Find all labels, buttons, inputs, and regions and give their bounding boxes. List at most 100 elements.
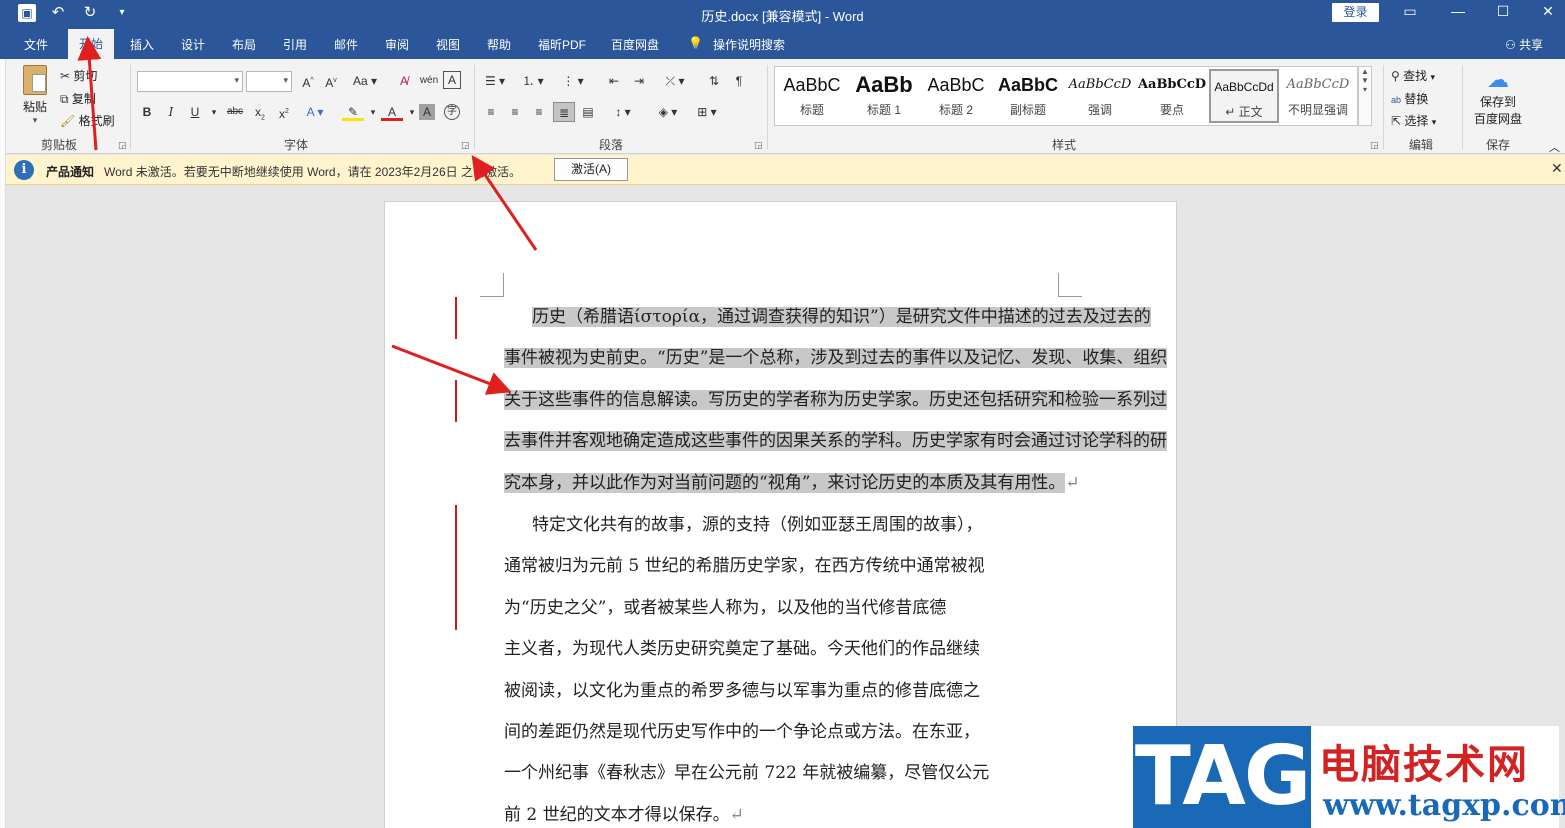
clear-formatting-icon[interactable]: A̸ bbox=[393, 71, 415, 91]
tab-view[interactable]: 视图 bbox=[436, 36, 460, 53]
enclose-characters-icon[interactable]: 字 bbox=[444, 104, 460, 120]
superscript-icon[interactable]: x2 bbox=[273, 102, 295, 122]
character-border-icon[interactable]: A bbox=[443, 71, 461, 89]
tab-foxit-pdf[interactable]: 福昕PDF bbox=[538, 36, 586, 53]
character-shading-icon[interactable]: A bbox=[419, 104, 435, 120]
save-to-baidu-button[interactable]: ☁ 保存到 百度网盘 bbox=[1468, 67, 1528, 127]
grow-font-icon[interactable]: A^ bbox=[297, 71, 319, 91]
cut-label: 剪切 bbox=[73, 69, 98, 83]
save-to-baidu-label-2: 百度网盘 bbox=[1473, 112, 1522, 126]
style-emphasis[interactable]: AaBbCcD 强调 bbox=[1065, 69, 1135, 123]
font-color-icon[interactable]: A bbox=[381, 102, 403, 121]
style-title[interactable]: AaBbC 标题 bbox=[777, 69, 847, 123]
close-icon[interactable]: ✕ bbox=[1538, 3, 1558, 20]
minimize-icon[interactable]: — bbox=[1448, 3, 1468, 19]
shading-icon[interactable]: ◈ ▾ bbox=[653, 102, 683, 122]
styles-gallery-scroll[interactable]: ▲ ▼ ▾ bbox=[1358, 66, 1372, 126]
tell-me-search[interactable]: 操作说明搜索 bbox=[713, 36, 785, 53]
font-name-combo[interactable]: ▾ bbox=[137, 71, 243, 92]
borders-icon[interactable]: ⊞ ▾ bbox=[692, 102, 722, 122]
chinese-layout-icon[interactable]: ⤫ ▾ bbox=[660, 71, 690, 91]
shrink-font-icon[interactable]: Av bbox=[320, 71, 342, 91]
multilevel-list-icon[interactable]: ⋮ ▾ bbox=[558, 71, 588, 91]
tab-insert[interactable]: 插入 bbox=[130, 36, 154, 53]
paragraph-group-label: 段落 bbox=[598, 138, 623, 152]
strikethrough-icon[interactable]: abc bbox=[224, 102, 246, 122]
line-spacing-icon[interactable]: ↕ ▾ bbox=[608, 102, 638, 122]
tab-mailings[interactable]: 邮件 bbox=[334, 36, 358, 53]
group-separator bbox=[1383, 65, 1384, 149]
distributed-icon[interactable]: ▤ bbox=[577, 102, 599, 122]
format-painter-label: 格式刷 bbox=[78, 114, 115, 128]
maximize-icon[interactable]: ☐ bbox=[1493, 3, 1513, 20]
share-button[interactable]: ⚇ 共享 bbox=[1505, 36, 1543, 53]
style-strong[interactable]: AaBbCcD 要点 bbox=[1137, 69, 1207, 123]
change-case-icon[interactable]: Aa ▾ bbox=[349, 71, 381, 91]
phonetic-guide-icon[interactable]: wén bbox=[418, 71, 440, 91]
copy-label: 复制 bbox=[71, 92, 96, 106]
font-launcher-icon[interactable]: ◲ bbox=[461, 140, 470, 151]
login-button[interactable]: 登录 bbox=[1332, 3, 1379, 22]
tab-references[interactable]: 引用 bbox=[283, 36, 307, 53]
style-subtle-emphasis[interactable]: AaBbCcD 不明显强调 bbox=[1283, 69, 1353, 123]
find-button[interactable]: ⚲ 查找 ▾ bbox=[1391, 67, 1435, 84]
style-sample: AaBb bbox=[855, 72, 913, 97]
italic-icon[interactable]: I bbox=[160, 102, 182, 122]
clipboard-launcher-icon[interactable]: ◲ bbox=[118, 140, 127, 151]
tab-home[interactable]: 开始 bbox=[68, 29, 115, 59]
increase-indent-icon[interactable]: ⇥ bbox=[628, 71, 650, 91]
notice-close-icon[interactable]: ✕ bbox=[1551, 160, 1563, 177]
text-line: 通常被归为元前 5 世纪的希腊历史学家，在西方传统中通常被视 bbox=[504, 556, 985, 577]
style-heading-2[interactable]: AaBbC 标题 2 bbox=[921, 69, 991, 123]
copy-button[interactable]: ⧉ 复制 bbox=[60, 90, 96, 107]
align-right-icon[interactable]: ≡ bbox=[528, 102, 550, 122]
collapse-ribbon-icon[interactable]: ︿ bbox=[1549, 139, 1560, 155]
align-center-icon[interactable]: ≡ bbox=[504, 102, 526, 122]
bullets-icon[interactable]: ☰ ▾ bbox=[480, 71, 510, 91]
clipboard-group-label: 剪贴板 bbox=[40, 138, 77, 152]
tab-baidu-netdisk[interactable]: 百度网盘 bbox=[611, 36, 659, 53]
window-title: 历史.docx [兼容模式] - Word bbox=[701, 9, 864, 24]
numbering-icon[interactable]: ⒈ ▾ bbox=[518, 71, 548, 91]
font-size-combo[interactable]: ▾ bbox=[246, 71, 292, 92]
highlight-color-icon[interactable]: ✎ bbox=[342, 102, 364, 121]
tab-help[interactable]: 帮助 bbox=[487, 36, 511, 53]
site-url-text: www.tagxp.com bbox=[1323, 788, 1565, 823]
style-subtitle[interactable]: AaBbC 副标题 bbox=[993, 69, 1063, 123]
paragraph-launcher-icon[interactable]: ◲ bbox=[754, 140, 763, 151]
tab-design[interactable]: 设计 bbox=[181, 36, 205, 53]
ribbon-display-icon[interactable]: ▭ bbox=[1400, 3, 1420, 20]
line-text: 事件被视为史前史。“历史”是一个总称，涉及到过去的事件以及记忆、发现、收集、组织 bbox=[504, 348, 1168, 369]
decrease-indent-icon[interactable]: ⇤ bbox=[603, 71, 625, 91]
paste-dropdown-icon[interactable]: ▾ bbox=[19, 115, 51, 126]
line-text: 前 2 世纪的文本才得以保存。 bbox=[504, 804, 730, 825]
sort-icon[interactable]: ⇅ bbox=[703, 71, 725, 91]
activate-button[interactable]: 激活(A) bbox=[554, 158, 628, 181]
tab-layout[interactable]: 布局 bbox=[232, 36, 256, 53]
text-effects-icon[interactable]: A ▾ bbox=[304, 102, 326, 122]
select-button[interactable]: ⇱ 选择 ▾ bbox=[1391, 112, 1436, 129]
underline-dropdown-icon[interactable]: ▾ bbox=[203, 102, 225, 122]
subscript-icon[interactable]: x2 bbox=[249, 102, 271, 122]
align-left-icon[interactable]: ≡ bbox=[480, 102, 502, 122]
paste-button[interactable]: 粘贴 ▾ bbox=[19, 65, 51, 126]
style-normal[interactable]: AaBbCcDd ↵ 正文 bbox=[1209, 69, 1279, 123]
format-painter-button[interactable]: 🖌 格式刷 bbox=[60, 112, 115, 129]
cloud-icon: ☁ bbox=[1487, 67, 1509, 92]
cut-button[interactable]: ✂ 剪切 bbox=[60, 67, 97, 84]
style-sample: AaBbC bbox=[927, 75, 985, 95]
product-notice-bar: i 产品通知 Word 未激活。若要无中断地继续使用 Word，请在 2023年… bbox=[6, 155, 1565, 185]
style-heading-1[interactable]: AaBb 标题 1 bbox=[849, 69, 919, 123]
style-name: ↵ 正文 bbox=[1225, 105, 1263, 119]
tab-review[interactable]: 审阅 bbox=[385, 36, 409, 53]
info-icon: i bbox=[14, 160, 34, 180]
chevron-down-icon: ▾ bbox=[1431, 117, 1437, 127]
styles-launcher-icon[interactable]: ◲ bbox=[1370, 140, 1379, 151]
show-marks-icon[interactable]: ¶ bbox=[728, 71, 750, 91]
justify-icon[interactable]: ≣ bbox=[553, 102, 575, 122]
style-name: 要点 bbox=[1159, 103, 1184, 117]
replace-button[interactable]: ab 替换 bbox=[1391, 90, 1428, 107]
tab-file[interactable]: 文件 bbox=[24, 36, 48, 53]
bold-icon[interactable]: B bbox=[136, 102, 158, 122]
paragraph-mark: ↵ bbox=[729, 804, 744, 825]
